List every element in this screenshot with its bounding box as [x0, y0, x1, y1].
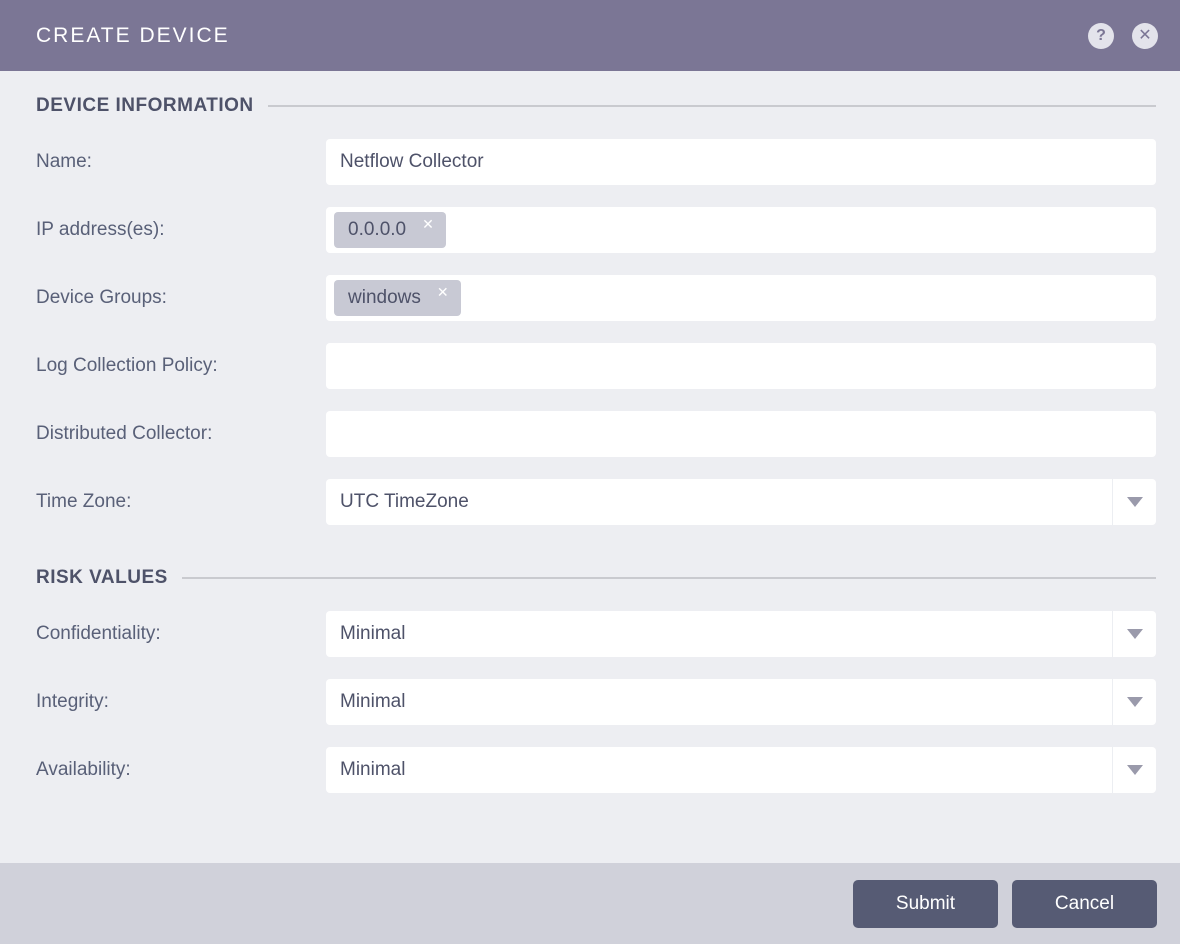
log-collection-policy-input[interactable]: [326, 343, 1156, 389]
cancel-button[interactable]: Cancel: [1012, 880, 1157, 928]
confidentiality-row: Confidentiality: Minimal: [36, 611, 1156, 657]
time-zone-selected-value: UTC TimeZone: [340, 491, 1112, 513]
device-groups-label: Device Groups:: [36, 287, 326, 309]
ip-address-chip-label: 0.0.0.0: [348, 219, 406, 241]
section-risk-values: RISK VALUES: [36, 567, 1156, 589]
section-title-device-information: DEVICE INFORMATION: [36, 95, 254, 117]
device-groups-row: Device Groups: windows ✕: [36, 275, 1156, 321]
distributed-collector-input[interactable]: [326, 411, 1156, 457]
name-label: Name:: [36, 151, 326, 173]
log-collection-policy-row: Log Collection Policy:: [36, 343, 1156, 389]
ip-address-chip: 0.0.0.0 ✕: [334, 212, 446, 248]
submit-button[interactable]: Submit: [853, 880, 998, 928]
integrity-arrow-zone[interactable]: [1112, 679, 1156, 725]
name-input[interactable]: [326, 139, 1156, 185]
close-icon[interactable]: ✕: [1132, 23, 1158, 49]
integrity-selected-value: Minimal: [340, 691, 1112, 713]
availability-selected-value: Minimal: [340, 759, 1112, 781]
remove-chip-icon[interactable]: ✕: [437, 285, 449, 299]
time-zone-label: Time Zone:: [36, 491, 326, 513]
device-group-chip: windows ✕: [334, 280, 461, 316]
distributed-collector-label: Distributed Collector:: [36, 423, 326, 445]
integrity-row: Integrity: Minimal: [36, 679, 1156, 725]
modal-header: CREATE DEVICE ? ✕: [0, 0, 1180, 71]
chevron-down-icon: [1127, 697, 1143, 707]
time-zone-field-wrap: UTC TimeZone: [326, 479, 1156, 525]
integrity-label: Integrity:: [36, 691, 326, 713]
section-device-information: DEVICE INFORMATION: [36, 95, 1156, 117]
availability-select[interactable]: Minimal: [326, 747, 1156, 793]
availability-row: Availability: Minimal: [36, 747, 1156, 793]
integrity-field-wrap: Minimal: [326, 679, 1156, 725]
device-group-chip-label: windows: [348, 287, 421, 309]
modal-body: DEVICE INFORMATION Name: IP address(es):…: [0, 71, 1180, 863]
availability-field-wrap: Minimal: [326, 747, 1156, 793]
availability-label: Availability:: [36, 759, 326, 781]
modal-footer: Submit Cancel: [0, 863, 1180, 944]
availability-arrow-zone[interactable]: [1112, 747, 1156, 793]
device-groups-input[interactable]: windows ✕: [326, 275, 1156, 321]
distributed-collector-field-wrap: [326, 411, 1156, 457]
section-title-risk-values: RISK VALUES: [36, 567, 168, 589]
name-field-wrap: [326, 139, 1156, 185]
confidentiality-select[interactable]: Minimal: [326, 611, 1156, 657]
chevron-down-icon: [1127, 497, 1143, 507]
confidentiality-field-wrap: Minimal: [326, 611, 1156, 657]
time-zone-arrow-zone[interactable]: [1112, 479, 1156, 525]
chevron-down-icon: [1127, 765, 1143, 775]
log-collection-policy-field-wrap: [326, 343, 1156, 389]
log-collection-policy-label: Log Collection Policy:: [36, 355, 326, 377]
ip-addresses-field-wrap: 0.0.0.0 ✕: [326, 207, 1156, 253]
help-icon[interactable]: ?: [1088, 23, 1114, 49]
ip-addresses-row: IP address(es): 0.0.0.0 ✕: [36, 207, 1156, 253]
modal-title: CREATE DEVICE: [36, 24, 230, 48]
ip-addresses-label: IP address(es):: [36, 219, 326, 241]
confidentiality-arrow-zone[interactable]: [1112, 611, 1156, 657]
confidentiality-selected-value: Minimal: [340, 623, 1112, 645]
chevron-down-icon: [1127, 629, 1143, 639]
header-icons: ? ✕: [1088, 23, 1158, 49]
section-divider: [268, 105, 1156, 107]
remove-chip-icon[interactable]: ✕: [422, 217, 434, 231]
time-zone-select[interactable]: UTC TimeZone: [326, 479, 1156, 525]
name-row: Name:: [36, 139, 1156, 185]
distributed-collector-row: Distributed Collector:: [36, 411, 1156, 457]
device-groups-field-wrap: windows ✕: [326, 275, 1156, 321]
ip-addresses-input[interactable]: 0.0.0.0 ✕: [326, 207, 1156, 253]
integrity-select[interactable]: Minimal: [326, 679, 1156, 725]
confidentiality-label: Confidentiality:: [36, 623, 326, 645]
create-device-modal: CREATE DEVICE ? ✕ DEVICE INFORMATION Nam…: [0, 0, 1180, 944]
section-divider: [182, 577, 1156, 579]
time-zone-row: Time Zone: UTC TimeZone: [36, 479, 1156, 525]
